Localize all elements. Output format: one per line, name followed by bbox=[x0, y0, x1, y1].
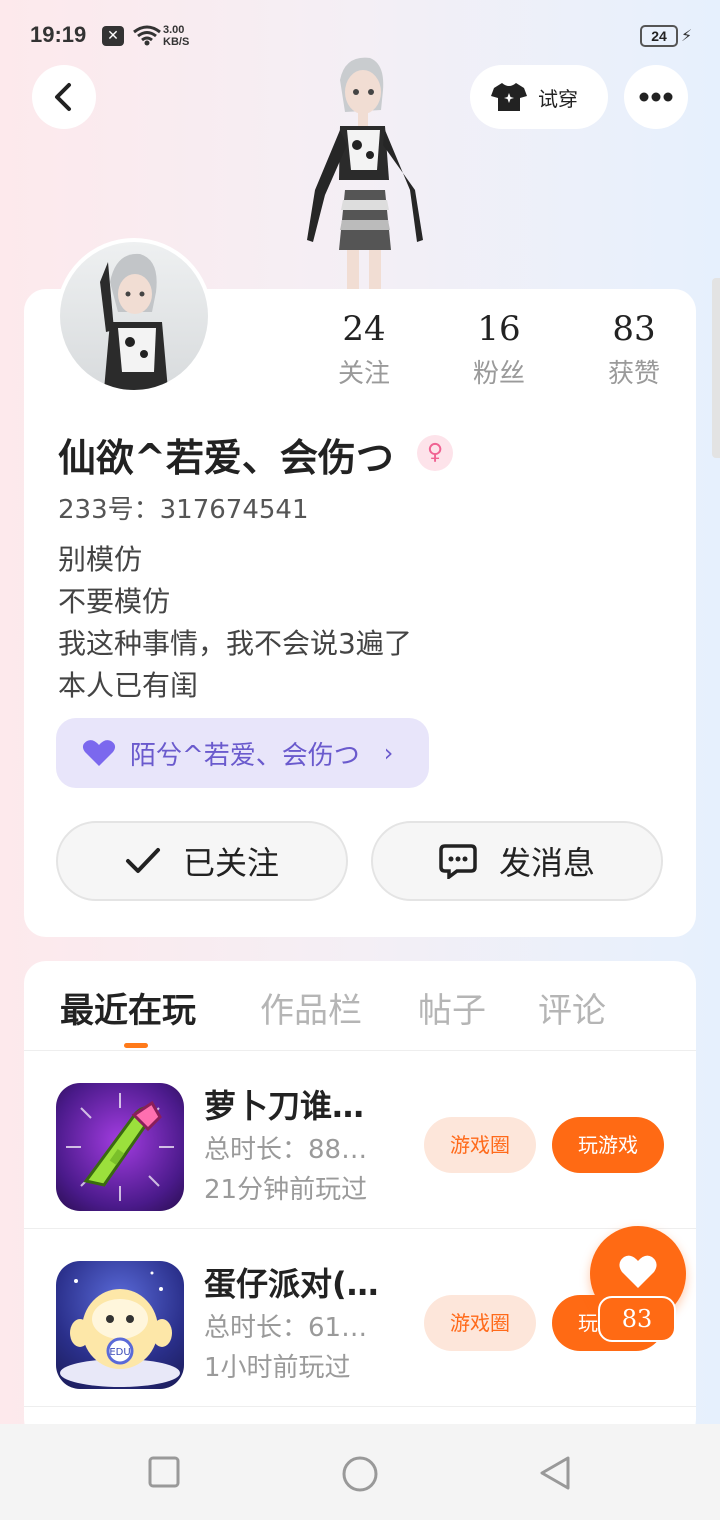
likes-label: 获赞 bbox=[607, 359, 660, 389]
following-label: 关注 bbox=[337, 359, 390, 389]
send-message-button[interactable]: 发消息 bbox=[371, 821, 663, 901]
heart-icon bbox=[619, 1255, 657, 1288]
user-avatar[interactable] bbox=[56, 238, 212, 394]
game-name: 萝卜刀谁… bbox=[204, 1087, 365, 1125]
chevron-left-icon bbox=[55, 83, 71, 111]
notification-x-icon: ✕ bbox=[102, 26, 124, 46]
following-count: 24 bbox=[342, 309, 386, 349]
user-id: 233号：317674541 bbox=[58, 495, 309, 525]
stat-fans[interactable]: 16 粉丝 bbox=[439, 309, 559, 390]
tab-recently-played[interactable]: 最近在玩 bbox=[60, 983, 196, 1032]
try-on-label: 试穿 bbox=[538, 86, 578, 111]
game-circle-button[interactable]: 游戏圈 bbox=[424, 1117, 536, 1173]
cp-relationship-chip[interactable]: 陌兮^若爱、会伤つ › bbox=[56, 718, 429, 788]
game-icon-eggy-party: EDU bbox=[56, 1261, 184, 1389]
system-navigation-bar bbox=[0, 1424, 720, 1520]
speed-value: 3.00 bbox=[163, 24, 185, 36]
svg-text:EDU: EDU bbox=[109, 1347, 130, 1358]
bio-line: 本人已有闺 bbox=[58, 669, 199, 702]
charging-icon: ⚡ bbox=[681, 26, 693, 45]
game-circle-button[interactable]: 游戏圈 bbox=[424, 1295, 536, 1351]
play-game-button[interactable]: 玩游戏 bbox=[552, 1117, 664, 1173]
recent-games-card: 最近在玩 作品栏 帖子 评论 萝卜刀谁… 总时长：88… 21分钟前玩过 游戏圈… bbox=[24, 961, 696, 1441]
back-nav-button[interactable] bbox=[536, 1454, 574, 1496]
fans-count: 16 bbox=[477, 309, 521, 349]
recent-apps-button[interactable] bbox=[146, 1454, 182, 1494]
chat-bubble-icon bbox=[439, 844, 477, 879]
game-icon-radish-knife bbox=[56, 1083, 184, 1211]
female-gender-icon: ♀ bbox=[417, 435, 453, 471]
stat-likes[interactable]: 83 获赞 bbox=[574, 309, 694, 390]
speed-unit: KB/S bbox=[163, 36, 190, 48]
bio-line: 不要模仿 bbox=[58, 585, 171, 618]
avatar-character-illustration bbox=[285, 50, 435, 294]
more-button[interactable] bbox=[624, 65, 688, 129]
battery-indicator: 24 bbox=[640, 25, 678, 47]
user-nickname: 仙欲^若爱、会伤つ bbox=[58, 436, 394, 480]
game-name: 蛋仔派对(… bbox=[204, 1265, 379, 1303]
cp-name: 陌兮^若爱、会伤つ bbox=[130, 740, 360, 771]
followed-button[interactable]: 已关注 bbox=[56, 821, 348, 901]
side-scroll-handle[interactable] bbox=[712, 278, 720, 458]
followed-label: 已关注 bbox=[182, 844, 279, 882]
tab-works[interactable]: 作品栏 bbox=[260, 983, 362, 1032]
send-message-label: 发消息 bbox=[498, 844, 595, 882]
stat-following[interactable]: 24 关注 bbox=[304, 309, 424, 390]
home-button[interactable] bbox=[340, 1454, 380, 1498]
tab-posts[interactable]: 帖子 bbox=[418, 983, 486, 1032]
fans-label: 粉丝 bbox=[472, 359, 525, 389]
wifi-icon bbox=[132, 24, 162, 50]
try-on-button[interactable]: 试穿 bbox=[470, 65, 608, 129]
profile-tabs: 最近在玩 作品栏 帖子 评论 bbox=[24, 961, 696, 1051]
like-count-badge: 83 bbox=[598, 1296, 676, 1342]
profile-stats: 24 关注 16 粉丝 83 获赞 bbox=[304, 309, 674, 399]
game-last-played: 1小时前玩过 bbox=[204, 1353, 351, 1383]
chevron-right-icon: › bbox=[383, 739, 394, 767]
game-total-time: 总时长：88… bbox=[204, 1135, 368, 1165]
more-dots-icon bbox=[639, 92, 673, 102]
status-time: 19:19 bbox=[30, 22, 87, 47]
tab-comments[interactable]: 评论 bbox=[538, 983, 606, 1032]
check-icon bbox=[125, 848, 160, 873]
back-button[interactable] bbox=[32, 65, 96, 129]
game-last-played: 21分钟前玩过 bbox=[204, 1175, 368, 1205]
likes-count: 83 bbox=[612, 309, 656, 349]
square-icon bbox=[148, 1456, 180, 1488]
network-speed: 3.00 KB/S bbox=[163, 24, 189, 48]
game-total-time: 总时长：61… bbox=[204, 1313, 368, 1343]
heart-icon bbox=[82, 740, 116, 766]
bio-line: 我这种事情，我不会说3遍了 bbox=[58, 627, 412, 660]
bio-line: 别模仿 bbox=[58, 543, 143, 576]
user-bio: 别模仿 不要模仿 我这种事情，我不会说3遍了 本人已有闺 bbox=[58, 539, 412, 707]
circle-icon bbox=[342, 1456, 378, 1492]
game-row[interactable]: 萝卜刀谁… 总时长：88… 21分钟前玩过 游戏圈 玩游戏 bbox=[24, 1051, 696, 1229]
tshirt-icon bbox=[491, 83, 527, 111]
active-tab-indicator bbox=[124, 1043, 148, 1048]
triangle-back-icon bbox=[540, 1456, 570, 1490]
